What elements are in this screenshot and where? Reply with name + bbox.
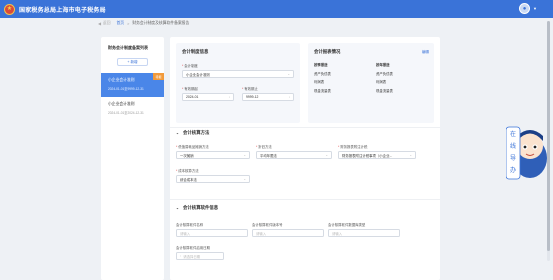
method-label: 成本核算方法: [178, 169, 199, 173]
filing-item-date: 2024-01-01至2024-12-31: [108, 111, 144, 115]
accounting-system-title: 会计制度信息: [182, 49, 209, 54]
tax-emblem-icon: ★: [4, 3, 15, 15]
breadcrumb-home[interactable]: 首页: [117, 21, 125, 26]
depreciation-select[interactable]: 平均年限法 ⌄: [256, 151, 332, 159]
chevron-down-icon: ⌄: [243, 153, 246, 157]
add-filing-button[interactable]: + 新增: [117, 58, 148, 66]
amortization-select[interactable]: 一次摊销 ⌄: [176, 151, 250, 159]
method-field: * 财务报表附注计税 财务报表附注计税事项（小企业... ⌄: [338, 144, 416, 159]
mascot-char: 在: [510, 130, 516, 138]
software-name-input[interactable]: 请输入: [176, 229, 248, 237]
section-divider: [170, 199, 440, 200]
mascot-assistant-icon[interactable]: 在 线 导 办: [506, 124, 549, 186]
notes-select[interactable]: 财务报表附注计税事项（小企业... ⌄: [338, 151, 416, 159]
chevron-down-icon: ⌄: [243, 177, 246, 181]
valid-to-picker[interactable]: 9999-12 ▫: [242, 93, 294, 101]
method-label: 低值易耗品摊销方法: [178, 145, 209, 149]
calendar-icon: ▫: [180, 254, 182, 258]
cost-method-select[interactable]: 综合成本法 ⌄: [176, 175, 250, 183]
section-divider: [170, 127, 440, 128]
accounting-system-select[interactable]: 小企业会计准则 ⌄: [182, 70, 294, 78]
reports-grid: 按季报送 按年报送 资产负债表 资产负债表 利润表 利润表 现金流量表 现金流量…: [314, 62, 434, 93]
valid-to-value: 9999-12: [246, 95, 259, 99]
chevron-down-icon: ⌄: [287, 72, 290, 76]
breadcrumb-separator: >: [127, 21, 130, 26]
report-item: 利润表: [376, 80, 387, 84]
accounting-system-label: * 会计制度: [182, 64, 198, 68]
filing-item-name: 小企业会计准则: [108, 102, 135, 106]
software-field: 会计核算软件版本号 请输入: [252, 222, 324, 237]
back-link[interactable]: 返回: [103, 21, 111, 26]
top-header-bar: ★ 国家税务总局上海市电子税务局 ● ▼: [0, 0, 553, 18]
valid-to-label: * 9999-12有效期止: [242, 87, 258, 91]
mascot-char: 线: [510, 142, 516, 150]
quarterly-header: 按季报送: [314, 63, 328, 67]
method-field: * 成本核算方法 综合成本法 ⌄: [176, 168, 250, 183]
chevron-down-icon[interactable]: ▼: [533, 6, 537, 11]
software-label: 会计核算软件数据库类型: [328, 223, 366, 227]
chevron-down-icon: ⌄: [325, 153, 328, 157]
edit-reports-link[interactable]: 编辑: [422, 50, 429, 55]
breadcrumb: ◀ 返回 首页 > 财务会计制度及核算软件备案报告: [98, 21, 189, 26]
filing-list-panel: 财务会计制度备案列表 + 新增 待报 小企业会计准则 2024-01-01至99…: [101, 37, 164, 280]
filing-item-date: 2024-01-01至9999-12-31: [108, 87, 144, 91]
calendar-icon: ▫: [228, 95, 230, 99]
report-item: 资产负债表: [314, 71, 331, 76]
method-label: 财务报表附注计税: [340, 145, 368, 149]
report-item: 资产负债表: [376, 71, 393, 76]
chevron-down-icon: ⌄: [409, 153, 412, 157]
valid-from-label: * 有效期起: [182, 87, 198, 91]
software-section-title: 会计核算软件信息: [183, 205, 219, 210]
accounting-system-card: 会计制度信息 * 会计制度 小企业会计准则 ⌄ * 有效期起 2024-01 ▫ *…: [176, 43, 300, 123]
software-section-header[interactable]: ⌄ 会计核算软件信息: [176, 205, 218, 211]
chevron-down-icon[interactable]: ⌄: [176, 131, 179, 135]
valid-from-picker[interactable]: 2024-01 ▫: [182, 93, 234, 101]
report-item: 现金流量表: [376, 88, 393, 93]
software-field: 会计核算软件名称 请输入: [176, 222, 248, 237]
user-avatar-icon[interactable]: ●: [519, 3, 531, 14]
calendar-icon: ▫: [288, 95, 290, 99]
breadcrumb-current: 财务会计制度及核算软件备案报告: [132, 21, 190, 25]
reports-title: 会计报表情况: [314, 49, 341, 54]
method-label: 折旧方法: [258, 145, 272, 149]
method-field: * 低值易耗品摊销方法 一次摊销 ⌄: [176, 144, 250, 159]
mascot-char: 办: [510, 166, 516, 174]
software-version-input[interactable]: 请输入: [252, 229, 324, 237]
software-field: 会计核算软件启用日期 ▫ 请选择日期: [176, 245, 224, 260]
software-field: 会计核算软件数据库类型 请输入: [328, 222, 400, 237]
method-field: * 折旧方法 平均年限法 ⌄: [256, 144, 332, 159]
methods-section-title: 会计核算方法: [183, 130, 210, 135]
back-arrow-icon[interactable]: ◀: [98, 21, 101, 26]
start-date-picker[interactable]: ▫ 请选择日期: [176, 252, 224, 260]
user-menu[interactable]: ● ▼: [519, 3, 537, 14]
report-item: 现金流量表: [314, 88, 331, 93]
software-label: 会计核算软件版本号: [252, 223, 283, 227]
mascot-char: 导: [510, 155, 516, 162]
main-form-panel: 会计制度信息 * 会计制度 小企业会计准则 ⌄ * 有效期起 2024-01 ▫ *…: [170, 37, 440, 280]
filing-list-item[interactable]: 待报 小企业会计准则 2024-01-01至9999-12-31: [101, 73, 164, 97]
database-type-input[interactable]: 请输入: [328, 229, 400, 237]
software-label: 会计核算软件启用日期: [176, 246, 210, 250]
filing-list-item[interactable]: 小企业会计准则 2024-01-01至2024-12-31: [101, 97, 164, 121]
annual-header: 按年报送: [376, 63, 390, 67]
methods-section-header[interactable]: ⌄ 会计核算方法: [176, 130, 209, 136]
report-item: 利润表: [314, 80, 325, 84]
site-title: 国家税务总局上海市电子税务局: [19, 7, 106, 14]
status-badge: 待报: [153, 73, 164, 80]
filing-list-title: 财务会计制度备案列表: [108, 45, 148, 50]
chevron-down-icon[interactable]: ⌄: [176, 206, 179, 210]
reports-card: 会计报表情况 编辑 按季报送 按年报送 资产负债表 资产负债表 利润表 利润表 …: [308, 43, 434, 123]
software-label: 会计核算软件名称: [176, 223, 204, 227]
